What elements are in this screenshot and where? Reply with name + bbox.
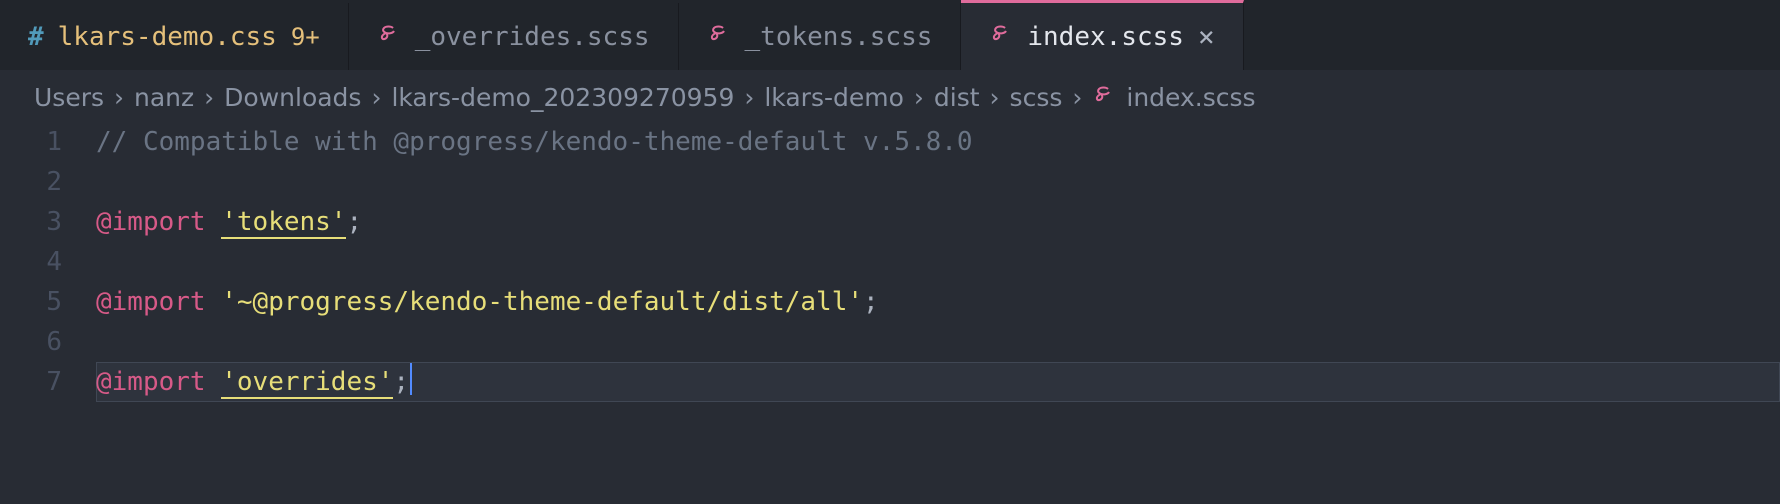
tab-lkars-demo-css[interactable]: # lkars-demo.css 9+ <box>0 3 349 70</box>
tab-tokens-scss[interactable]: _tokens.scss <box>679 3 962 70</box>
line-number: 5 <box>0 282 62 322</box>
hash-icon: # <box>28 22 44 52</box>
code-line: @import '~@progress/kendo-theme-default/… <box>96 282 1780 322</box>
string-token: '~@progress/kendo-theme-default/dist/all… <box>221 287 863 317</box>
chevron-right-icon: › <box>371 83 381 112</box>
text-cursor <box>410 363 412 395</box>
tab-modified-badge: 9+ <box>291 23 320 51</box>
sass-icon <box>377 21 401 52</box>
crumb[interactable]: dist <box>934 83 980 112</box>
punct-token: ; <box>346 207 362 237</box>
chevron-right-icon: › <box>204 83 214 112</box>
comment-token: // Compatible with @progress/kendo-theme… <box>96 127 973 157</box>
punct-token: ; <box>863 287 879 317</box>
code-line-current: @import 'overrides'; <box>96 362 1780 402</box>
punct-token: ; <box>393 367 409 397</box>
string-token: 'tokens' <box>221 207 346 239</box>
gutter: 1 2 3 4 5 6 7 <box>0 122 96 402</box>
tab-label: _tokens.scss <box>745 22 933 52</box>
sass-icon <box>1092 82 1116 112</box>
line-number: 1 <box>0 122 62 162</box>
keyword-token: @import <box>96 367 206 397</box>
sass-icon <box>707 21 731 52</box>
line-number: 7 <box>0 362 62 402</box>
tab-overrides-scss[interactable]: _overrides.scss <box>349 3 679 70</box>
tab-label: lkars-demo.css <box>58 22 277 52</box>
code-line <box>96 322 1780 362</box>
string-token: 'overrides' <box>221 367 393 399</box>
crumb-file[interactable]: index.scss <box>1126 83 1255 112</box>
line-number: 4 <box>0 242 62 282</box>
line-number: 6 <box>0 322 62 362</box>
chevron-right-icon: › <box>114 83 124 112</box>
crumb[interactable]: lkars-demo <box>764 83 904 112</box>
keyword-token: @import <box>96 207 206 237</box>
close-icon[interactable]: × <box>1198 20 1215 53</box>
tab-index-scss[interactable]: index.scss × <box>961 0 1243 70</box>
keyword-token: @import <box>96 287 206 317</box>
code-line: // Compatible with @progress/kendo-theme… <box>96 122 1780 162</box>
crumb[interactable]: scss <box>1010 83 1063 112</box>
crumb[interactable]: Users <box>34 83 104 112</box>
breadcrumb: Users › nanz › Downloads › lkars-demo_20… <box>0 70 1780 118</box>
line-number: 2 <box>0 162 62 202</box>
sass-icon <box>989 21 1013 52</box>
chevron-right-icon: › <box>1072 83 1082 112</box>
chevron-right-icon: › <box>914 83 924 112</box>
line-number: 3 <box>0 202 62 242</box>
tab-bar: # lkars-demo.css 9+ _overrides.scss _tok… <box>0 0 1780 70</box>
tab-label: index.scss <box>1027 22 1184 52</box>
code-line: @import 'tokens'; <box>96 202 1780 242</box>
chevron-right-icon: › <box>744 83 754 112</box>
tab-label: _overrides.scss <box>415 22 650 52</box>
code-area[interactable]: // Compatible with @progress/kendo-theme… <box>96 122 1780 402</box>
code-line <box>96 162 1780 202</box>
code-editor[interactable]: 1 2 3 4 5 6 7 // Compatible with @progre… <box>0 118 1780 402</box>
code-line <box>96 242 1780 282</box>
crumb[interactable]: nanz <box>134 83 194 112</box>
crumb[interactable]: Downloads <box>224 83 361 112</box>
chevron-right-icon: › <box>990 83 1000 112</box>
crumb[interactable]: lkars-demo_202309270959 <box>391 83 734 112</box>
